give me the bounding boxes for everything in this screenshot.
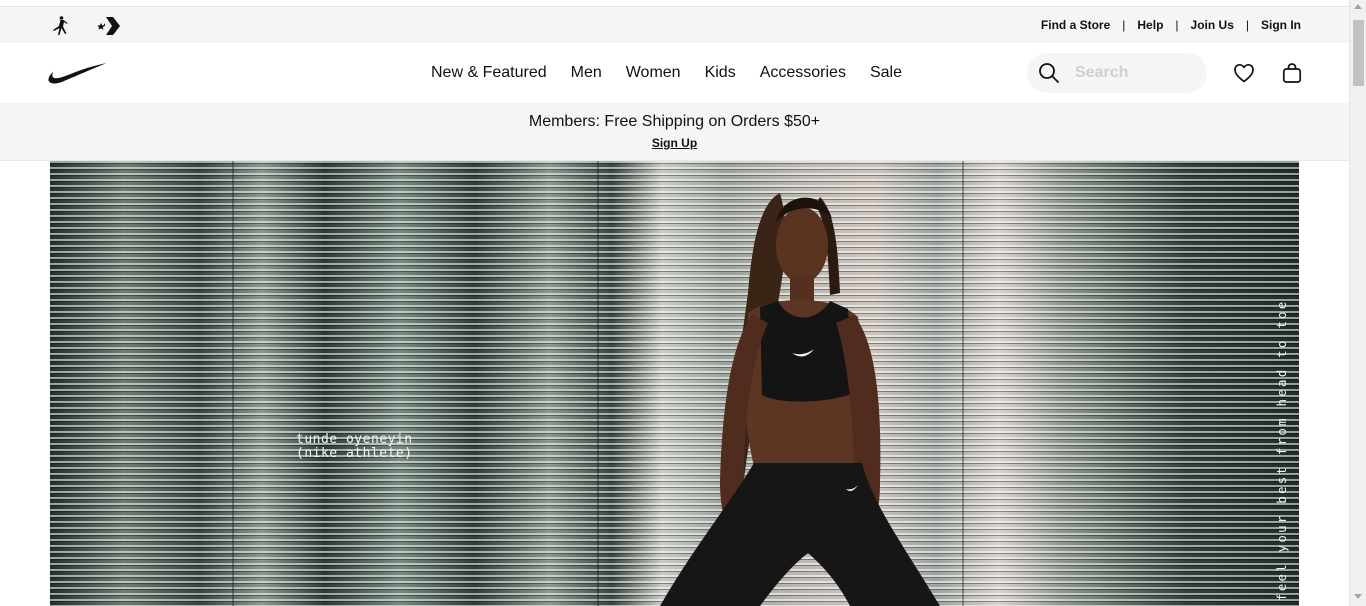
- heart-icon[interactable]: [1232, 61, 1256, 85]
- search-input[interactable]: [1075, 64, 1195, 82]
- converse-chevron-star-icon[interactable]: [95, 15, 121, 37]
- top-edge: [0, 0, 1349, 7]
- help-link[interactable]: Help: [1137, 18, 1163, 32]
- search-icon[interactable]: [1029, 53, 1069, 93]
- caption-line-role: (nike athlete): [296, 446, 413, 461]
- hero-caption-vertical: feel your best from head to toe: [1274, 299, 1289, 602]
- utility-bar: Find a Store | Help | Join Us | Sign In: [0, 7, 1349, 43]
- sign-up-link[interactable]: Sign Up: [652, 136, 697, 150]
- page-scrollbar[interactable]: [1349, 0, 1366, 606]
- nav-item-accessories[interactable]: Accessories: [760, 64, 846, 82]
- nike-swoosh-icon[interactable]: [47, 61, 107, 85]
- promo-title: Members: Free Shipping on Orders $50+: [528, 113, 821, 130]
- scroll-up-arrow-icon[interactable]: [1354, 4, 1362, 9]
- jordan-jumpman-icon[interactable]: [49, 15, 71, 37]
- caption-line-name: tunde oyeneyin: [296, 432, 413, 447]
- scroll-thumb[interactable]: [1353, 20, 1364, 86]
- nav-item-sale[interactable]: Sale: [870, 64, 902, 82]
- search-bar: [1027, 53, 1207, 93]
- blind-cord: [597, 161, 599, 606]
- nav-item-new-featured[interactable]: New & Featured: [431, 64, 547, 82]
- athlete-figure: [660, 193, 940, 606]
- separator: |: [1245, 18, 1249, 32]
- join-us-link[interactable]: Join Us: [1191, 18, 1234, 32]
- nav-item-men[interactable]: Men: [571, 64, 602, 82]
- scroll-down-arrow-icon[interactable]: [1354, 594, 1362, 599]
- separator: |: [1175, 18, 1179, 32]
- page: Find a Store | Help | Join Us | Sign In …: [0, 0, 1349, 606]
- find-a-store-link[interactable]: Find a Store: [1041, 18, 1110, 32]
- blind-cord: [232, 161, 234, 606]
- separator: |: [1122, 18, 1126, 32]
- main-nav: New & Featured Men Women Kids Accessorie…: [0, 43, 1349, 103]
- hero-caption-athlete: tunde oyeneyin (nike athlete): [296, 433, 413, 461]
- nav-menu: New & Featured Men Women Kids Accessorie…: [431, 43, 902, 103]
- nav-item-women[interactable]: Women: [626, 64, 681, 82]
- shopping-bag-icon[interactable]: [1280, 61, 1304, 85]
- utility-links: Find a Store | Help | Join Us | Sign In: [1041, 7, 1301, 43]
- hero-image[interactable]: tunde oyeneyin (nike athlete) feel your …: [50, 161, 1299, 606]
- nav-item-kids[interactable]: Kids: [705, 64, 736, 82]
- sign-in-link[interactable]: Sign In: [1261, 18, 1301, 32]
- promo-banner: Members: Free Shipping on Orders $50+ Si…: [0, 103, 1349, 161]
